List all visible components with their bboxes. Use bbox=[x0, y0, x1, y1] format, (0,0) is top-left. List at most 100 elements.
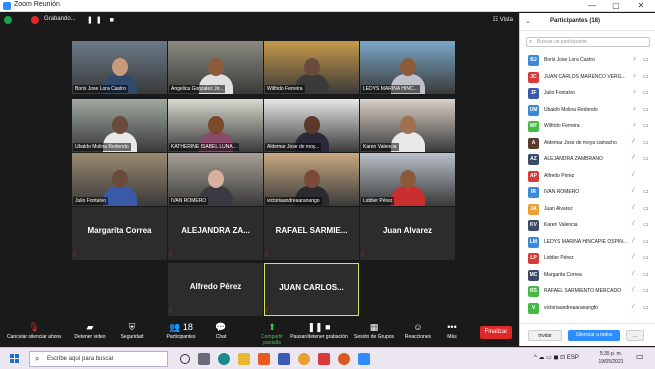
security-button[interactable]: ⛨ Seguridad bbox=[112, 319, 152, 345]
breakout-button[interactable]: ▦ Sesión de Grupos bbox=[352, 319, 396, 345]
participant-tile[interactable]: Ubaldo Molina Redondo bbox=[72, 99, 167, 152]
office-icon[interactable] bbox=[258, 353, 270, 365]
windows-start-icon[interactable] bbox=[10, 354, 20, 364]
zoom-taskbar-icon[interactable] bbox=[358, 353, 370, 365]
participant-search-input[interactable]: ⌕ Buscar un participante bbox=[526, 37, 650, 47]
participant-tile[interactable]: ALEJANDRA ZA... ⁄ bbox=[168, 207, 263, 260]
mic-icon[interactable]: ♪ bbox=[633, 89, 636, 95]
more-button[interactable]: ••• Más bbox=[440, 319, 464, 345]
muted-mic-icon[interactable]: ⁄ bbox=[633, 205, 634, 211]
muted-mic-icon[interactable]: ⁄ bbox=[633, 287, 634, 293]
participant-tile[interactable]: Juan Alvarez ⁄ bbox=[360, 207, 455, 260]
participant-tile[interactable]: Liddier Pérez bbox=[360, 153, 455, 206]
participant-row[interactable]: LM LEDYS MARINA HINCAPIE OSPIN... ⁄ ▭ bbox=[520, 235, 655, 250]
unmute-button[interactable]: 🎙 Cancelar silenciar ahora bbox=[4, 319, 64, 345]
participant-row[interactable]: JA Juan Alvarez ⁄ ▭ bbox=[520, 202, 655, 217]
camera-icon[interactable]: ▭ bbox=[643, 56, 649, 63]
notification-icon[interactable]: ▭ bbox=[636, 352, 644, 361]
participant-row[interactable]: JF Julio Fontalvo ♪ ▭ bbox=[520, 86, 655, 101]
end-meeting-button[interactable]: Finalizar bbox=[480, 326, 512, 339]
participant-row[interactable]: MC Margarita Correa ⁄ ▭ bbox=[520, 268, 655, 283]
camera-off-icon[interactable]: ▭ bbox=[643, 73, 649, 80]
participant-row[interactable]: Vvictoriaandreaaranangfo ⁄ ▭ bbox=[520, 301, 655, 316]
mute-all-button[interactable]: Silenciar a todos bbox=[568, 330, 620, 341]
participant-row[interactable]: KV Karen Valencia ⁄ ▭ bbox=[520, 218, 655, 233]
mic-icon[interactable]: ♪ bbox=[633, 106, 636, 112]
close-button[interactable]: ✕ bbox=[629, 0, 653, 12]
participant-tile[interactable]: Alfredo Pérez ⁄ bbox=[168, 263, 263, 316]
camera-off-icon[interactable]: ▭ bbox=[643, 155, 649, 162]
participant-tile[interactable]: IVAN ROMERO bbox=[168, 153, 263, 206]
camera-icon[interactable]: ▭ bbox=[643, 122, 649, 129]
participant-row[interactable]: A Aldemar Jose de moya camacho ⁄ ▭ bbox=[520, 136, 655, 151]
participant-row[interactable]: LP Liddier Pérez ⁄ ▭ bbox=[520, 251, 655, 266]
muted-mic-icon[interactable]: ⁄ bbox=[633, 139, 634, 145]
pdf-icon[interactable] bbox=[318, 353, 330, 365]
maximize-button[interactable]: ▢ bbox=[604, 0, 628, 12]
participant-row[interactable]: RS RAFAEL SARMIENTO MERCADO ⁄ ▭ bbox=[520, 284, 655, 299]
file-explorer-icon[interactable] bbox=[238, 353, 250, 365]
camera-off-icon[interactable]: ▭ bbox=[643, 287, 649, 294]
participant-row[interactable]: IR IVAN ROMERO ⁄ ▭ bbox=[520, 185, 655, 200]
participant-tile[interactable]: Aldemar Jose de moy... bbox=[264, 99, 359, 152]
camera-off-icon[interactable]: ▭ bbox=[643, 205, 649, 212]
minimize-button[interactable]: — bbox=[580, 0, 604, 12]
participant-tile[interactable]: Angelica Gonzalez Jir... bbox=[168, 41, 263, 94]
muted-mic-icon[interactable]: ⁄ bbox=[633, 254, 634, 260]
chat-button[interactable]: 💬 Chat bbox=[208, 319, 234, 345]
camera-icon[interactable]: ▭ bbox=[643, 89, 649, 96]
encryption-shield-icon[interactable] bbox=[4, 16, 12, 24]
media-icon[interactable] bbox=[338, 353, 350, 365]
camera-icon[interactable]: ▭ bbox=[643, 238, 649, 245]
participant-row[interactable]: AZ ALEJANDRA ZAMBRANO ⁄ ▭ bbox=[520, 152, 655, 167]
camera-icon[interactable]: ▭ bbox=[643, 304, 649, 311]
share-screen-button[interactable]: ⬆ Compartir pantalla bbox=[252, 319, 292, 346]
participant-tile[interactable]: Julio Fontalvo bbox=[72, 153, 167, 206]
camera-icon[interactable]: ▭ bbox=[643, 254, 649, 261]
pause-recording-button[interactable]: ❚❚ ■ Pausar/detener grabación bbox=[290, 319, 348, 345]
chrome-icon[interactable] bbox=[298, 353, 310, 365]
view-button[interactable]: ☷ Vista bbox=[493, 16, 513, 23]
taskbar-clock[interactable]: 5:35 p. m. 19/05/2021 bbox=[594, 350, 628, 366]
participant-tile[interactable]: Karen Valencia bbox=[360, 99, 455, 152]
muted-mic-icon[interactable]: ⁄ bbox=[633, 304, 634, 310]
participant-tile[interactable]: JUAN CARLOS... ⁄ bbox=[264, 263, 359, 316]
cortana-icon[interactable] bbox=[180, 354, 190, 364]
mic-icon[interactable]: ♪ bbox=[633, 56, 636, 62]
participant-tile[interactable]: Wilfrido Ferreira bbox=[264, 41, 359, 94]
taskbar-search-input[interactable]: ⌕ Escribe aquí para buscar bbox=[29, 351, 168, 367]
camera-icon[interactable]: ▭ bbox=[643, 106, 649, 113]
participant-row[interactable]: BJ Boris Jose Lora Castro ♪ ▭ bbox=[520, 53, 655, 68]
reactions-button[interactable]: ☺ Reacciones bbox=[400, 319, 436, 345]
muted-mic-icon[interactable]: ⁄ bbox=[633, 221, 634, 227]
mic-icon[interactable]: ♪ bbox=[633, 73, 636, 79]
invite-button[interactable]: Invitar bbox=[528, 330, 562, 341]
participant-tile[interactable]: KATHERINE ISABEL LUNA... bbox=[168, 99, 263, 152]
participant-row[interactable]: UM Ubaldo Molina Redondo ♪ ▭ bbox=[520, 103, 655, 118]
chevron-down-icon[interactable]: ⌄ bbox=[525, 17, 531, 25]
participant-tile[interactable]: victoriaandreaaranango bbox=[264, 153, 359, 206]
stop-video-button[interactable]: ▰ Detener video bbox=[72, 319, 108, 345]
muted-mic-icon[interactable]: ⁄ bbox=[633, 271, 634, 277]
participant-tile[interactable]: RAFAEL SARMIE... ⁄ bbox=[264, 207, 359, 260]
muted-mic-icon[interactable]: ⁄ bbox=[633, 188, 634, 194]
participant-row[interactable]: AP Alfredo Pérez ⁄ bbox=[520, 169, 655, 184]
recording-controls[interactable]: ❚❚ ■ bbox=[87, 16, 117, 24]
edge-icon[interactable] bbox=[218, 353, 230, 365]
participant-row[interactable]: WF Wilfrido Ferreira ♪ ▭ bbox=[520, 119, 655, 134]
camera-off-icon[interactable]: ▭ bbox=[643, 271, 649, 278]
store-icon[interactable] bbox=[278, 353, 290, 365]
system-tray[interactable]: ^ ☁ ▭ ◼ ⊡ ESP bbox=[534, 354, 579, 361]
participants-button[interactable]: 👥 18 Participantes bbox=[158, 319, 204, 345]
participant-tile[interactable]: Margarita Correa ⁄ bbox=[72, 207, 167, 260]
muted-mic-icon[interactable]: ⁄ bbox=[633, 155, 634, 161]
participant-tile[interactable]: LEDYS MARINA HINC... bbox=[360, 41, 455, 94]
task-view-icon[interactable] bbox=[198, 353, 210, 365]
camera-icon[interactable]: ▭ bbox=[643, 139, 649, 146]
muted-mic-icon[interactable]: ⁄ bbox=[633, 238, 634, 244]
participant-tile[interactable]: Boris Jose Lora Castro bbox=[72, 41, 167, 94]
mic-icon[interactable]: ♪ bbox=[633, 122, 636, 128]
camera-icon[interactable]: ▭ bbox=[643, 188, 649, 195]
muted-mic-icon[interactable]: ⁄ bbox=[633, 172, 634, 178]
participant-row[interactable]: JC JUAN CARLOS MARENCO VERG... ♪ ▭ bbox=[520, 70, 655, 85]
